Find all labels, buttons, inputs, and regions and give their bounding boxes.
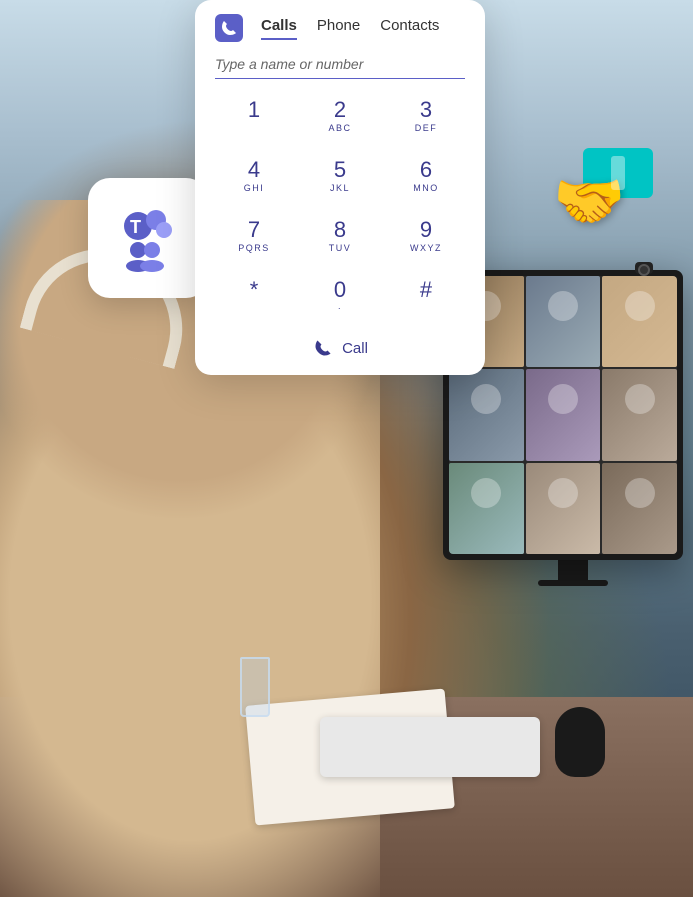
call-phone-icon [312,337,334,359]
dial-key-8[interactable]: 8 TUV [297,207,383,267]
dialpad-card: Calls Phone Contacts Type a name or numb… [195,0,485,375]
dial-letters-4: GHI [244,183,265,195]
dialpad-input-area[interactable]: Type a name or number [215,56,465,79]
video-tile-4 [449,369,524,460]
dial-number-1: 1 [248,99,260,121]
tab-calls[interactable]: Calls [261,17,297,40]
video-tile-5 [526,369,601,460]
dial-key-3[interactable]: 3 DEF [383,87,469,147]
dial-key-1[interactable]: 1 [211,87,297,147]
dial-number-9: 9 [420,219,432,241]
video-tile-8 [526,463,601,554]
dialpad-tabs: Calls Phone Contacts [261,17,439,40]
monitor-stand [558,560,588,580]
dialpad-grid: 1 2 ABC 3 DEF 4 GHI 5 JKL 6 MNO 7 PQRS [211,87,469,327]
dial-letters-5: JKL [330,183,350,195]
mouse [555,707,605,777]
dial-number-2: 2 [334,99,346,121]
dial-number-hash: # [420,279,432,301]
dial-number-3: 3 [420,99,432,121]
teams-logo-icon: T [108,198,188,278]
teams-logo-card: T [88,178,208,298]
emoji-card: 🤝 [553,148,683,228]
video-tile-9 [602,463,677,554]
dial-letters-3: DEF [415,123,438,135]
webcam [635,262,653,274]
monitor-base [538,580,608,586]
video-tile-3 [602,276,677,367]
dial-number-6: 6 [420,159,432,181]
video-tile-7 [449,463,524,554]
svg-text:T: T [130,217,141,237]
phone-icon [215,14,243,42]
dialpad-header: Calls Phone Contacts [195,0,485,42]
dial-key-hash[interactable]: # [383,267,469,327]
call-button[interactable]: Call [312,337,368,359]
dial-key-4[interactable]: 4 GHI [211,147,297,207]
dial-letters-2: ABC [328,123,351,135]
dial-key-6[interactable]: 6 MNO [383,147,469,207]
water-glass [240,657,270,717]
dial-letters-7: PQRS [238,243,270,255]
tab-contacts[interactable]: Contacts [380,17,439,40]
dial-number-star: * [250,279,259,301]
dial-number-8: 8 [334,219,346,241]
dial-key-5[interactable]: 5 JKL [297,147,383,207]
dial-number-0: 0 [334,279,346,301]
dial-letters-0: · [338,303,343,315]
dial-letters-6: MNO [413,183,439,195]
dial-letters-8: TUV [329,243,352,255]
keyboard [320,717,540,777]
dial-key-7[interactable]: 7 PQRS [211,207,297,267]
video-tile-2 [526,276,601,367]
dial-number-7: 7 [248,219,260,241]
call-button-row: Call [195,337,485,359]
dial-key-2[interactable]: 2 ABC [297,87,383,147]
dial-letters-9: WXYZ [410,243,442,255]
dialpad-input[interactable]: Type a name or number [215,56,465,72]
call-label: Call [342,340,368,357]
dial-key-star[interactable]: * [211,267,297,327]
dial-number-5: 5 [334,159,346,181]
dial-key-0[interactable]: 0 · [297,267,383,327]
video-tile-6 [602,369,677,460]
dial-number-4: 4 [248,159,260,181]
dial-key-9[interactable]: 9 WXYZ [383,207,469,267]
tab-phone[interactable]: Phone [317,17,360,40]
